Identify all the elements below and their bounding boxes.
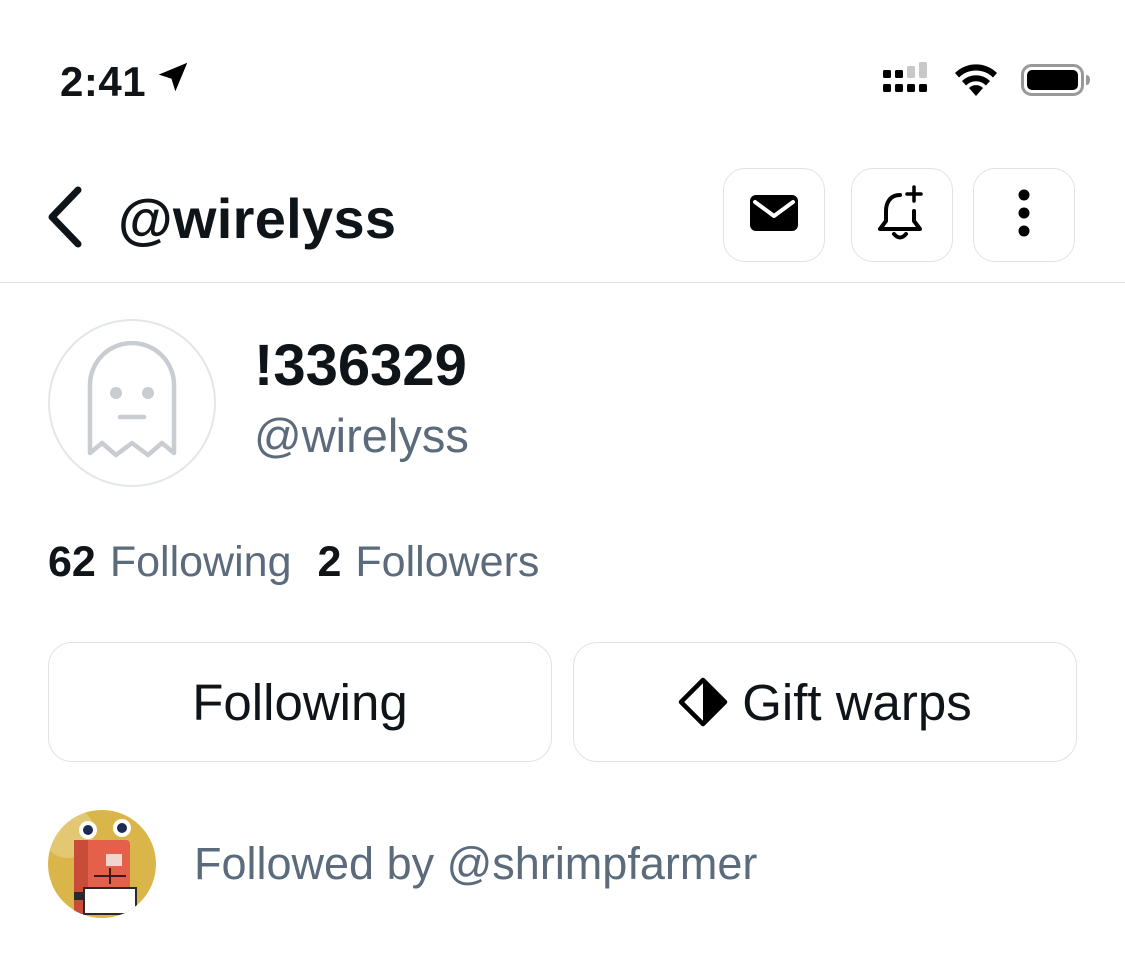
followers-label: Followers bbox=[355, 538, 540, 586]
following-button[interactable]: Following bbox=[48, 642, 552, 762]
followers-count: 2 bbox=[317, 538, 342, 586]
display-name: !336329 bbox=[254, 333, 467, 398]
bell-plus-icon bbox=[876, 184, 928, 246]
follower-avatar[interactable] bbox=[48, 810, 156, 918]
gift-warps-label: Gift warps bbox=[742, 673, 972, 731]
following-count: 62 bbox=[48, 538, 96, 586]
message-button[interactable] bbox=[723, 168, 825, 262]
battery-icon bbox=[1021, 62, 1091, 103]
ghost-icon bbox=[82, 340, 182, 466]
profile-handle: @wirelyss bbox=[254, 409, 469, 462]
chevron-left-icon bbox=[44, 186, 86, 253]
more-vertical-icon bbox=[1017, 189, 1031, 242]
notify-button[interactable] bbox=[851, 168, 953, 262]
profile-avatar[interactable] bbox=[48, 319, 216, 487]
back-button[interactable] bbox=[44, 186, 92, 252]
following-stat[interactable]: 62 Following bbox=[48, 538, 291, 587]
profile-header: @wirelyss bbox=[0, 166, 1125, 283]
wifi-icon bbox=[953, 62, 999, 103]
status-bar-icons bbox=[883, 62, 1091, 103]
cellular-signal-icon bbox=[883, 62, 931, 103]
location-arrow-icon bbox=[154, 58, 192, 106]
following-label: Following bbox=[109, 538, 292, 586]
followers-stat[interactable]: 2 Followers bbox=[317, 538, 539, 587]
status-time-text: 2:41 bbox=[60, 58, 147, 105]
status-bar-time: 2:41 bbox=[60, 58, 192, 106]
header-title: @wirelyss bbox=[118, 187, 397, 250]
diamond-icon bbox=[678, 677, 728, 727]
follow-stats: 62 Following 2 Followers bbox=[48, 538, 539, 587]
envelope-icon bbox=[749, 194, 799, 237]
followed-by-text[interactable]: Followed by @shrimpfarmer bbox=[194, 838, 757, 890]
more-button[interactable] bbox=[973, 168, 1075, 262]
gift-warps-button[interactable]: Gift warps bbox=[573, 642, 1077, 762]
following-button-label: Following bbox=[192, 673, 408, 731]
